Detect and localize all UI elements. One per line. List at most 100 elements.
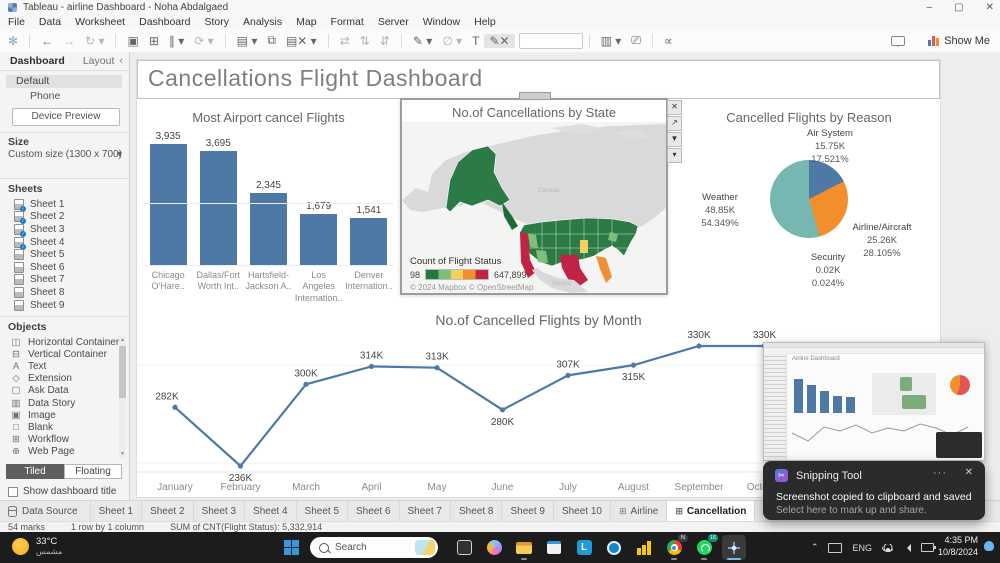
notification-bell-icon[interactable] [984,541,994,551]
bar-rect[interactable] [350,218,388,266]
sheet-item-sheet-8[interactable]: Sheet 8 [0,286,130,299]
object-item-ask-data[interactable]: ▢ Ask Data [0,385,120,397]
line-series[interactable] [174,344,832,468]
sheet-item-sheet-6[interactable]: Sheet 6 [0,261,130,274]
whatsapp-icon[interactable]: 16 [692,534,718,560]
sheet-item-sheet-3[interactable]: ✓ Sheet 3 [0,223,130,237]
size-dropdown[interactable]: Custom size (1300 x 700) ▾ [8,149,122,160]
alexa-icon[interactable] [602,535,626,560]
line-point-may[interactable] [434,365,440,371]
notification-close-icon[interactable]: ✕ [965,467,973,478]
duplicate-icon[interactable]: ⧉ [262,33,281,48]
bar-hartsfield-jackson-a[interactable]: 2,345 [245,180,291,266]
sheet-tab-sheet-8[interactable]: Sheet 8 [451,501,503,522]
objects-scrollbar[interactable]: ▲ ▼ [119,336,126,458]
object-item-web-page[interactable]: ⊕ Web Page [0,446,120,458]
drag-grip-handle[interactable] [519,92,551,100]
sheet-item-sheet-9[interactable]: Sheet 9 [0,299,130,312]
bar-los-angeles-internation[interactable]: 1,679 [296,201,342,266]
wifi-icon[interactable] [882,543,893,552]
use-as-filter-icon[interactable]: ▼ [667,132,682,147]
bar-chart-panel[interactable]: Most Airport cancel Flights 3,935 3,695 2,… [137,100,400,303]
snipping-tool-notification[interactable]: ✂ Snipping Tool ··· ✕ Screenshot copied … [763,461,985,520]
menu-item-story[interactable]: Story [204,16,229,28]
sheet-tab-airline[interactable]: ⊞ Airline [611,501,668,522]
maximize-button[interactable]: ▢ [954,0,963,15]
sheet-tab-cancellation[interactable]: ⊞ Cancellation [667,501,756,522]
power-bi-icon[interactable] [632,535,656,560]
file-explorer-icon[interactable] [512,535,536,560]
object-item-data-story[interactable]: ▥ Data Story [0,397,120,409]
more-options-icon[interactable]: ▾ [667,148,682,163]
sort-ascending-icon[interactable]: ⇅ [355,34,375,48]
sheet-tab-sheet-4[interactable]: Sheet 4 [245,501,297,522]
menu-item-server[interactable]: Server [378,16,409,28]
show-me-button[interactable]: Show Me [944,35,990,47]
battery-icon[interactable] [921,543,936,552]
group-members-icon[interactable]: ∅ ▾ [437,34,467,48]
tab-dashboard[interactable]: Dashboard [10,55,65,67]
tiled-button[interactable]: Tiled [6,464,64,479]
object-item-blank[interactable]: □ Blank [0,421,120,433]
show-mark-labels-icon[interactable]: T [467,34,484,48]
bar-denver-internation[interactable]: 1,541 [346,205,392,266]
bar-rect[interactable] [199,151,237,266]
device-preview-button[interactable]: Device Preview [12,108,120,126]
forward-icon[interactable]: → [58,34,80,48]
object-item-horizontal-container[interactable]: ◫ Horizontal Container [0,336,120,348]
sheet-tab-sheet-3[interactable]: Sheet 3 [194,501,246,522]
map-panel[interactable]: ✕ ↗ ▼ ▾ No.of Cancellations by State Can… [400,92,682,295]
highlight-icon[interactable]: ✎ ▾ [408,34,437,48]
close-button[interactable]: ✕ [986,0,994,15]
back-icon[interactable]: ← [36,34,58,48]
data-source-tab[interactable]: Data Source [0,501,91,522]
pie-chart-panel[interactable]: Cancelled Flights by Reason Air System 15… [680,100,938,300]
notification-line2[interactable]: Select here to mark up and share. [776,505,927,516]
sheet-item-sheet-1[interactable]: ✓ Sheet 1 [0,198,130,212]
line-point-august[interactable] [630,362,637,368]
sheet-tab-sheet-7[interactable]: Sheet 7 [400,501,451,522]
scroll-down-icon[interactable]: ▼ [119,451,126,457]
object-item-image[interactable]: ▣ Image [0,409,120,421]
sheet-tab-sheet-5[interactable]: Sheet 5 [297,501,349,522]
microsoft-store-icon[interactable] [542,535,566,560]
show-dashboard-title-checkbox[interactable] [8,486,18,497]
object-item-text[interactable]: A Text [0,360,120,372]
sheet-tab-sheet-2[interactable]: Sheet 2 [142,501,194,522]
menu-item-file[interactable]: File [8,16,25,28]
clear-sheet-icon[interactable]: ▤✕ ▾ [281,34,322,48]
bar-dallas-fort-worth-int[interactable]: 3,695 [195,138,241,266]
sheet-tab-sheet-10[interactable]: Sheet 10 [554,501,611,522]
line-point-july[interactable] [565,372,571,378]
bar-chicago-o-hare[interactable]: 3,935 [145,131,191,266]
menu-item-help[interactable]: Help [474,16,496,28]
task-view-icon[interactable] [452,535,476,560]
notification-menu-icon[interactable]: ··· [933,467,947,479]
device-phone-item[interactable]: Phone [30,90,60,102]
menu-item-data[interactable]: Data [39,16,61,28]
toolbar-dropdown[interactable] [518,32,583,49]
screenshot-preview[interactable]: Airline Dashboard [763,342,985,461]
volume-icon[interactable] [903,543,911,552]
go-to-sheet-icon[interactable]: ↗ [667,116,682,131]
object-item-workflow[interactable]: ⊞ Workflow [0,434,120,446]
menu-item-window[interactable]: Window [423,16,460,28]
line-point-june[interactable] [499,407,506,413]
menu-item-map[interactable]: Map [296,16,316,28]
line-point-february[interactable] [237,463,244,469]
tab-layout[interactable]: Layout [83,55,115,67]
menu-item-worksheet[interactable]: Worksheet [75,16,125,28]
presentation-mode-icon[interactable]: ⎚ [626,33,646,48]
l-app-icon[interactable]: L [572,535,596,560]
tooltip-icon[interactable] [891,35,906,47]
line-point-march[interactable] [303,381,309,387]
scroll-up-icon[interactable]: ▲ [119,337,126,343]
start-button[interactable] [284,540,299,555]
tableau-toolbar-logo-icon[interactable]: ✻ [0,34,23,48]
menu-item-dashboard[interactable]: Dashboard [139,16,190,28]
device-default-item[interactable]: Default [6,75,122,88]
map-color-legend[interactable]: Count of Flight Status 98 647,899 © 2024… [410,256,533,292]
sheet-tab-sheet-1[interactable]: Sheet 1 [91,501,143,522]
scrollbar-thumb[interactable] [119,346,126,398]
sheet-item-sheet-7[interactable]: Sheet 7 [0,274,130,287]
